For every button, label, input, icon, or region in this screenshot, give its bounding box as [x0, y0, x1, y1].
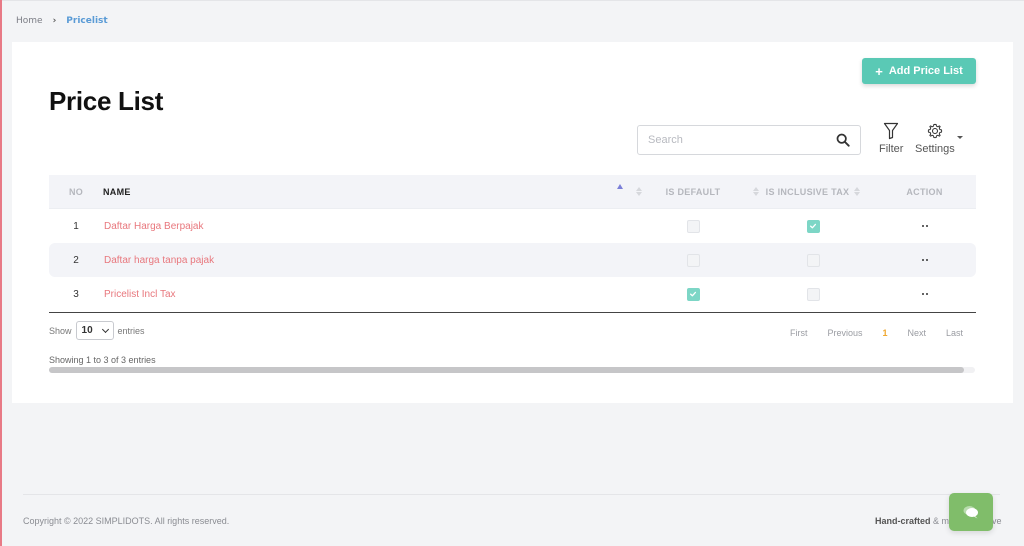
content-card: Price List + Add Price List Filter Setti… [12, 42, 1013, 403]
add-price-list-label: Add Price List [888, 65, 963, 77]
column-header-is-default-label: IS DEFAULT [665, 186, 721, 197]
chevron-down-icon [101, 325, 109, 333]
filter-icon [884, 122, 899, 140]
table-row: 3 Pricelist Incl Tax [49, 277, 976, 311]
row-number: 3 [73, 288, 79, 300]
pagination-last[interactable]: Last [946, 328, 963, 338]
search-field [637, 125, 861, 155]
gear-icon [927, 123, 943, 139]
chat-button[interactable] [949, 493, 993, 531]
chevron-right-icon: › [52, 16, 57, 26]
more-actions-icon[interactable] [921, 293, 928, 295]
table-info: Showing 1 to 3 of 3 entries [49, 355, 156, 365]
table-header: NO NAME IS DEFAULT IS INCLUSIVE TAX ACTI… [49, 175, 976, 209]
pagination-page-current[interactable]: 1 [883, 328, 888, 338]
price-list-name-link[interactable]: Pricelist Incl Tax [103, 289, 633, 300]
left-accent-bar [0, 0, 2, 546]
is-default-checkbox[interactable] [686, 253, 700, 267]
footer-divider [23, 494, 1000, 495]
check-icon [809, 223, 817, 229]
page-length-select[interactable]: 10 [75, 321, 114, 340]
column-header-name[interactable]: NAME [103, 183, 633, 197]
price-list-name-link[interactable]: Daftar Harga Berpajak [103, 221, 633, 232]
is-inclusive-tax-checkbox[interactable] [806, 219, 820, 233]
breadcrumb-current[interactable]: Pricelist [66, 16, 107, 26]
search-input[interactable] [648, 134, 836, 146]
pagination: First Previous 1 Next Last [790, 328, 963, 338]
price-list-name-link[interactable]: Daftar harga tanpa pajak [103, 255, 633, 266]
row-number: 2 [73, 254, 79, 266]
plus-icon: + [875, 63, 883, 79]
price-list-table: NO NAME IS DEFAULT IS INCLUSIVE TAX ACTI… [49, 175, 976, 311]
more-actions-icon[interactable] [921, 225, 928, 227]
sort-icon [854, 187, 861, 196]
horizontal-scrollbar[interactable] [49, 367, 975, 373]
is-default-checkbox[interactable] [686, 219, 700, 233]
filter-label: Filter [879, 143, 904, 155]
scrollbar-thumb[interactable] [49, 367, 964, 373]
table-bottom-divider [49, 312, 976, 313]
column-header-action: ACTION [906, 186, 943, 197]
add-price-list-button[interactable]: + Add Price List [862, 58, 976, 84]
column-header-is-default[interactable]: IS DEFAULT [633, 186, 759, 197]
column-header-name-label: NAME [103, 186, 131, 197]
breadcrumb: Home › Pricelist [16, 16, 108, 26]
filter-button[interactable]: Filter [879, 122, 903, 155]
length-menu: Show 10 entries [49, 321, 145, 340]
handcrafted-bold: Hand-crafted [875, 516, 931, 526]
settings-label: Settings [915, 143, 955, 155]
page-title: Price List [49, 86, 164, 116]
sort-icon [636, 187, 642, 196]
entries-label: entries [117, 325, 145, 336]
column-header-no[interactable]: NO [49, 187, 103, 197]
chat-bubble-icon [963, 506, 978, 519]
breadcrumb-home[interactable]: Home [16, 16, 43, 26]
top-divider [0, 0, 1024, 1]
more-actions-icon[interactable] [921, 259, 928, 261]
column-header-is-inclusive-tax-label: IS INCLUSIVE TAX [765, 186, 850, 197]
check-icon [689, 291, 697, 297]
row-number: 1 [73, 220, 79, 232]
is-inclusive-tax-checkbox[interactable] [806, 287, 820, 301]
copyright-text: Copyright © 2022 SIMPLIDOTS. All rights … [23, 516, 230, 526]
table-row: 1 Daftar Harga Berpajak [49, 209, 976, 243]
is-default-checkbox[interactable] [686, 287, 700, 301]
page-length-value: 10 [81, 325, 93, 336]
sort-ascending-icon [617, 183, 623, 189]
pagination-previous[interactable]: Previous [828, 328, 863, 338]
column-header-is-inclusive-tax[interactable]: IS INCLUSIVE TAX [753, 187, 873, 197]
show-label: Show [49, 325, 72, 336]
settings-button[interactable]: Settings [915, 122, 955, 155]
table-row: 2 Daftar harga tanpa pajak [49, 243, 976, 277]
is-inclusive-tax-checkbox[interactable] [806, 253, 820, 267]
search-icon[interactable] [836, 133, 850, 147]
pagination-next[interactable]: Next [908, 328, 927, 338]
pagination-first[interactable]: First [790, 328, 808, 338]
caret-down-icon[interactable] [957, 136, 963, 139]
